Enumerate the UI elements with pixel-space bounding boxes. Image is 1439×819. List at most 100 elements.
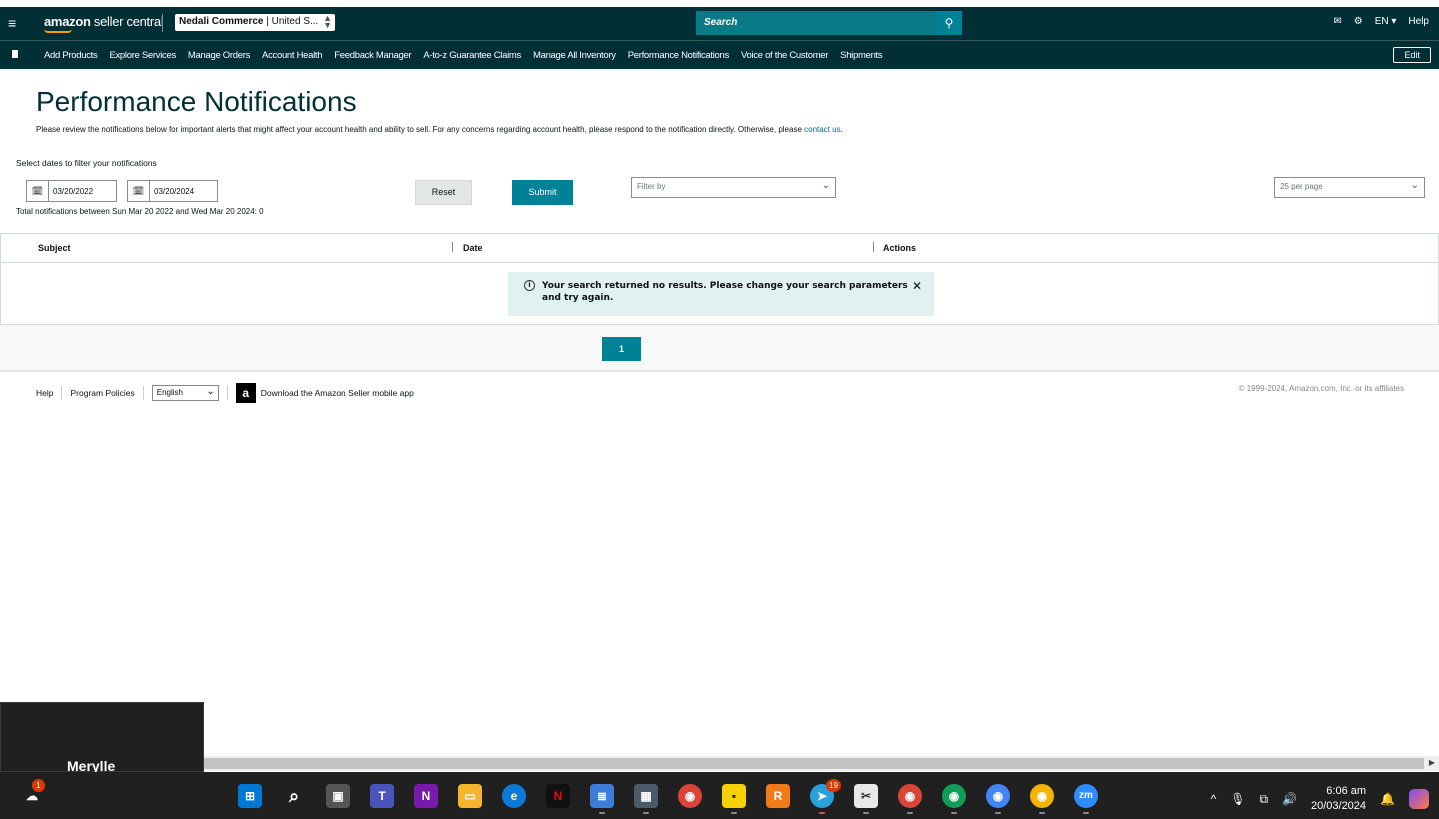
running-indicator [863, 812, 869, 814]
mail-icon[interactable]: ✉ [1333, 16, 1341, 27]
weather-badge: 1 [32, 779, 45, 792]
info-icon: i [524, 280, 535, 291]
snipping-tool-icon[interactable]: ✂ [854, 784, 878, 814]
netflix-icon[interactable]: N [546, 784, 570, 808]
nav-item-explore-services[interactable]: Explore Services [109, 50, 176, 61]
windows-start-icon[interactable]: ⊞ [238, 784, 262, 808]
running-indicator [1039, 812, 1045, 814]
per-page-dropdown[interactable]: 25 per page ⌄ [1274, 177, 1425, 198]
nav-item-manage-orders[interactable]: Manage Orders [188, 50, 250, 61]
notepad-icon[interactable]: ≣ [590, 784, 614, 814]
scrollbar-thumb[interactable] [204, 758, 1424, 769]
running-indicator [951, 812, 957, 814]
telegram-badge: 19 [826, 779, 841, 792]
calendar-icon[interactable]: 🗓 [128, 181, 150, 201]
search-bar[interactable]: Search ⚲ [696, 11, 962, 35]
program-policies-link[interactable]: Program Policies [70, 388, 134, 398]
task-view-icon[interactable]: ▣ [326, 784, 350, 808]
zoom-icon[interactable]: zm [1074, 784, 1098, 814]
search-icon[interactable]: ⚲ [936, 11, 962, 35]
reset-button[interactable]: Reset [415, 180, 472, 205]
no-results-alert: i Your search returned no results. Pleas… [508, 272, 934, 316]
running-indicator [1083, 812, 1089, 814]
notifications-table: Subject Date Actions i Your search retur… [0, 233, 1439, 325]
help-link[interactable]: Help [1408, 16, 1429, 27]
chrome-profile-icon[interactable]: ◉ [942, 784, 966, 814]
chrome-profile-icon[interactable]: ◉ [898, 784, 922, 814]
end-date-field[interactable]: 🗓 03/20/2024 [127, 180, 218, 202]
gear-icon[interactable]: ⚙ [1354, 16, 1363, 27]
amazon-app-icon[interactable]: a [235, 383, 256, 403]
nav-item-shipments[interactable]: Shipments [840, 50, 882, 61]
copilot-icon[interactable] [1409, 789, 1429, 809]
nav-item-feedback-manager[interactable]: Feedback Manager [334, 50, 411, 61]
column-divider [873, 242, 874, 252]
taskbar: ☁ 1 ⊞ ⌕ ▣ T N ▭ e N ≣ ▦ ◉ ▪ R ➤ 19 ✂ ◉ ◉… [0, 772, 1439, 819]
notification-icon[interactable]: 🔔 [1380, 792, 1395, 806]
close-icon[interactable]: ✕ [912, 280, 922, 292]
date-filter-label: Select dates to filter your notification… [16, 158, 157, 168]
chrome-profile-icon[interactable]: ◉ [986, 784, 1010, 814]
microphone-icon[interactable]: 🎙 [1230, 792, 1245, 806]
chevron-up-icon[interactable]: ^ [1211, 792, 1217, 806]
divider [142, 386, 144, 400]
network-icon[interactable]: ⧉ [1259, 792, 1268, 807]
total-notifications-text: Total notifications between Sun Mar 20 2… [16, 207, 264, 216]
copyright: © 1999-2024, Amazon.com, Inc. or its aff… [1238, 384, 1404, 393]
filter-dropdown[interactable]: Filter by ⌄ [631, 177, 836, 198]
teams-icon[interactable]: T [370, 784, 394, 808]
column-header-date[interactable]: Date [463, 243, 483, 253]
system-tray: ^ 🎙 ⧉ 🔊 6:06 am 20/03/2024 🔔 [1211, 784, 1429, 814]
page-title: Performance Notifications [36, 86, 357, 117]
onenote-icon[interactable]: N [414, 784, 438, 808]
page-button-current[interactable]: 1 [602, 337, 641, 361]
header-actions: ✉ ⚙ EN ▾ Help [1333, 16, 1429, 27]
calculator-icon[interactable]: ▦ [634, 784, 658, 814]
running-indicator [819, 812, 825, 814]
updown-arrows-icon: ▲ ▼ [323, 14, 332, 30]
download-app-link[interactable]: Download the Amazon Seller mobile app [261, 388, 414, 398]
file-explorer-icon[interactable]: ▭ [458, 784, 482, 808]
volume-icon[interactable]: 🔊 [1282, 792, 1297, 806]
edge-icon[interactable]: e [502, 784, 526, 808]
nav-item-add-products[interactable]: Add Products [44, 50, 98, 61]
logo-smile-icon [44, 29, 72, 33]
horizontal-scrollbar[interactable]: ▶ [204, 756, 1439, 771]
pagination: 1 [0, 325, 1439, 372]
nav-item-performance-notifications[interactable]: Performance Notifications [628, 50, 730, 61]
clock[interactable]: 6:06 am 20/03/2024 [1311, 784, 1366, 814]
footer-help-link[interactable]: Help [36, 388, 53, 398]
column-header-subject[interactable]: Subject [38, 243, 71, 253]
submit-button[interactable]: Submit [512, 180, 573, 205]
seller-central-logo[interactable]: amazon seller central [44, 14, 164, 29]
divider [226, 386, 228, 400]
running-indicator [599, 812, 605, 814]
sticky-notes-icon[interactable]: ▪ [722, 784, 746, 814]
calendar-icon[interactable]: 🗓 [27, 181, 49, 201]
hamburger-menu-icon[interactable]: ≡ [8, 15, 16, 31]
bookmark-icon[interactable] [12, 50, 18, 58]
language-select[interactable]: English ⌄ [151, 385, 219, 401]
nav-item-atoz-claims[interactable]: A-to-z Guarantee Claims [423, 50, 521, 61]
chevron-down-icon: ⌄ [206, 386, 215, 397]
chrome-profile-icon[interactable]: ◉ [1030, 784, 1054, 814]
nav-item-manage-inventory[interactable]: Manage All Inventory [533, 50, 616, 61]
top-bar: ≡ amazon seller central Nedali Commerce … [0, 0, 1439, 40]
user-tooltip: Merylle [0, 702, 204, 774]
scroll-right-icon[interactable]: ▶ [1429, 758, 1435, 767]
edit-button[interactable]: Edit [1393, 47, 1431, 63]
running-indicator [995, 812, 1001, 814]
language-selector[interactable]: EN ▾ [1375, 16, 1397, 27]
account-switcher[interactable]: Nedali Commerce | United S... ▲ ▼ [175, 14, 335, 31]
start-date-field[interactable]: 🗓 03/20/2022 [26, 180, 117, 202]
search-icon[interactable]: ⌕ [282, 784, 306, 808]
chrome-icon[interactable]: ◉ [678, 784, 702, 808]
chevron-down-icon: ⌄ [821, 180, 830, 191]
header-divider [1, 262, 1438, 263]
search-input[interactable]: Search [696, 11, 936, 35]
nav-item-voice-of-customer[interactable]: Voice of the Customer [741, 50, 828, 61]
ringcentral-icon[interactable]: R [766, 784, 790, 808]
contact-us-link[interactable]: contact us [804, 125, 840, 134]
nav-item-account-health[interactable]: Account Health [262, 50, 323, 61]
running-indicator [643, 812, 649, 814]
